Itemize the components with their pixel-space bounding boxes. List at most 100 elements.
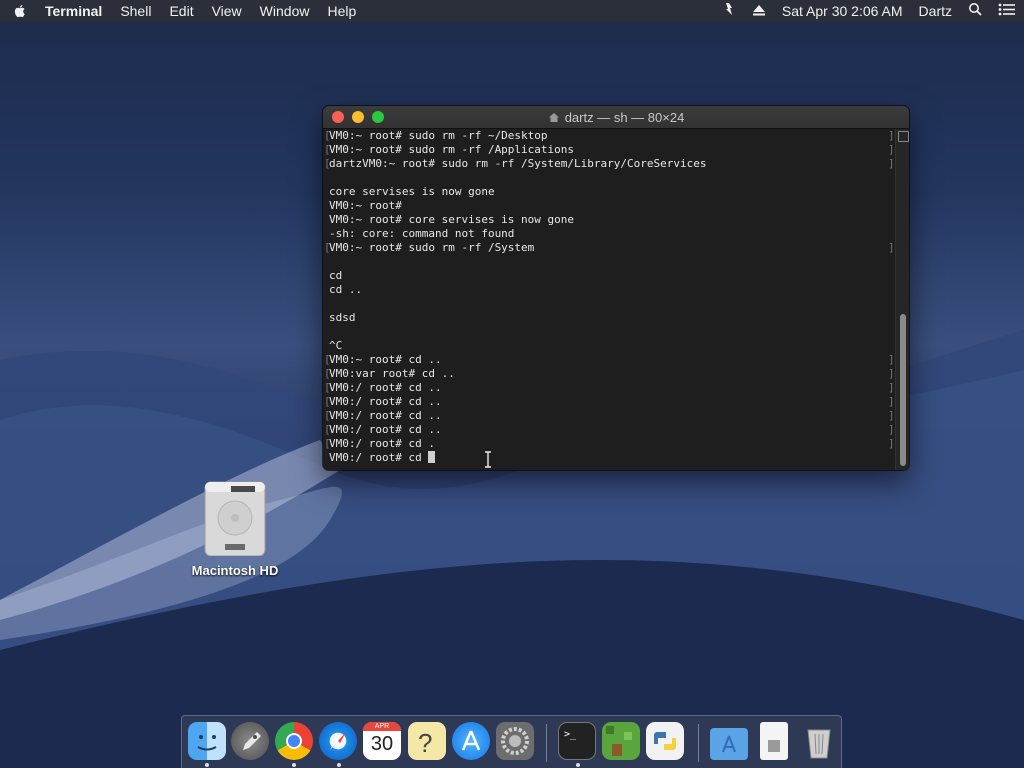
terminal-prompt-line[interactable]: VM0:/ root# cd: [323, 451, 895, 465]
calendar-day: 30: [370, 733, 394, 755]
scrollbar[interactable]: [895, 129, 909, 470]
launchpad-icon[interactable]: [231, 722, 269, 760]
calendar-month: APR: [363, 722, 401, 731]
terminal-line: [] VM0:/ root# cd ..: [323, 395, 895, 409]
menu-terminal[interactable]: Terminal: [36, 0, 111, 22]
terminal-running-indicator: [576, 763, 580, 767]
chrome-running-indicator: [292, 763, 296, 767]
terminal-line: cd: [323, 269, 895, 283]
minimize-button[interactable]: [352, 111, 364, 123]
terminal-line: cd ..: [323, 283, 895, 297]
terminal-line-text: VM0:~ root# sudo rm -rf /Applications: [329, 143, 575, 156]
eject-icon[interactable]: [744, 0, 774, 22]
menu-bar: Terminal Shell Edit View Window Help Sat…: [0, 0, 1024, 22]
spotlight-search-icon[interactable]: [960, 0, 990, 22]
minecraft-icon[interactable]: [602, 722, 640, 760]
terminal-line: [] VM0:~ root# sudo rm -rf /Applications: [323, 143, 895, 157]
line-mark-right: ]: [888, 423, 895, 436]
terminal-line-text: cd: [329, 269, 343, 282]
menu-user[interactable]: Dartz: [911, 0, 960, 22]
terminal-line-text: core servises is now gone: [329, 185, 495, 198]
terminal-line-text: dartzVM0:~ root# sudo rm -rf /System/Lib…: [329, 157, 707, 170]
line-mark-right: ]: [888, 437, 895, 450]
line-mark-left: [: [324, 409, 331, 422]
apple-menu-icon[interactable]: [12, 3, 28, 19]
terminal-line: sdsd: [323, 311, 895, 325]
dock-separator: [546, 724, 547, 762]
terminal-line: VM0:~ root#: [323, 199, 895, 213]
line-mark-right: ]: [888, 367, 895, 380]
text-cursor: [428, 451, 436, 463]
notification-center-icon[interactable]: [990, 0, 1024, 22]
dock: APR 30 ? >_: [181, 715, 842, 768]
window-title-group: dartz — sh — 80×24: [548, 109, 685, 125]
line-mark-left: [: [324, 367, 331, 380]
line-mark-right: ]: [888, 129, 895, 142]
terminal-line-text: VM0:/ root# cd ..: [329, 381, 442, 394]
trash-icon[interactable]: [800, 722, 838, 760]
menu-view[interactable]: View: [203, 0, 251, 22]
terminal-line-text: cd ..: [329, 283, 363, 296]
svg-text:?: ?: [418, 728, 432, 758]
document-icon[interactable]: [760, 722, 788, 760]
app-store-icon[interactable]: [452, 722, 490, 760]
line-mark-right: ]: [888, 143, 895, 156]
terminal-line-text: VM0:/ root# cd .: [329, 437, 435, 450]
system-preferences-icon[interactable]: [496, 722, 534, 760]
line-mark-right: ]: [888, 381, 895, 394]
terminal-window[interactable]: dartz — sh — 80×24 [] VM0:~ root# sudo rm…: [323, 106, 909, 470]
applications-folder-icon[interactable]: [710, 728, 748, 760]
menu-shell[interactable]: Shell: [111, 0, 160, 22]
python-launcher-icon[interactable]: [646, 722, 684, 760]
close-button[interactable]: [332, 111, 344, 123]
finder-icon[interactable]: [188, 722, 226, 760]
line-mark-left: [: [324, 353, 331, 366]
menu-help[interactable]: Help: [318, 0, 365, 22]
terminal-line-text: -sh: core: command not found: [329, 227, 515, 240]
menu-clock[interactable]: Sat Apr 30 2:06 AM: [774, 0, 911, 22]
line-mark-right: ]: [888, 157, 895, 170]
safari-icon[interactable]: [319, 722, 357, 760]
terminal-line: [] VM0:~ root# sudo rm -rf ~/Desktop: [323, 129, 895, 143]
terminal-icon[interactable]: >_: [558, 722, 596, 760]
safari-running-indicator: [337, 763, 341, 767]
dock-separator-2: [698, 724, 699, 762]
terminal-output[interactable]: [] VM0:~ root# sudo rm -rf ~/Desktop[] VM0…: [323, 129, 895, 470]
terminal-line-text: VM0:~ root# sudo rm -rf ~/Desktop: [329, 129, 548, 142]
terminal-line-text: ^C: [329, 339, 343, 352]
hard-drive-icon: [204, 481, 266, 557]
terminal-line-text: VM0:~ root# cd ..: [329, 353, 442, 366]
line-mark-left: [: [324, 241, 331, 254]
macintosh-hd-label: Macintosh HD: [191, 563, 279, 578]
window-titlebar[interactable]: dartz — sh — 80×24: [323, 106, 909, 129]
scrollbar-thumb[interactable]: [900, 314, 906, 466]
line-mark-right: ]: [888, 241, 895, 254]
macintosh-hd-icon[interactable]: Macintosh HD: [190, 478, 280, 578]
terminal-line-text: VM0:~ root# core servises is now gone: [329, 213, 575, 226]
menu-window[interactable]: Window: [251, 0, 319, 22]
line-mark-left: [: [324, 423, 331, 436]
line-mark-left: [: [324, 437, 331, 450]
terminal-line-text: VM0:var root# cd ..: [329, 367, 455, 380]
svg-text:>_: >_: [564, 729, 577, 740]
line-mark-left: [: [324, 381, 331, 394]
ibeam-cursor-icon: [485, 451, 491, 468]
terminal-line: core servises is now gone: [323, 185, 895, 199]
terminal-line: [] VM0:/ root# cd ..: [323, 381, 895, 395]
terminal-line-text: VM0:/ root# cd ..: [329, 395, 442, 408]
window-title: dartz — sh — 80×24: [564, 109, 685, 125]
status-app-icon[interactable]: [714, 0, 744, 22]
zoom-button[interactable]: [372, 111, 384, 123]
scroll-button[interactable]: [898, 131, 909, 142]
line-mark-left: [: [324, 143, 331, 156]
line-mark-right: ]: [888, 409, 895, 422]
notes-icon[interactable]: ?: [408, 722, 446, 760]
terminal-line-text: sdsd: [329, 311, 356, 324]
terminal-line: [] dartzVM0:~ root# sudo rm -rf /System/L…: [323, 157, 895, 171]
terminal-line: ^C: [323, 339, 895, 353]
chrome-icon[interactable]: [275, 722, 313, 760]
terminal-line-text: VM0:/ root# cd ..: [329, 409, 442, 422]
menu-edit[interactable]: Edit: [160, 0, 202, 22]
calendar-icon[interactable]: APR 30: [363, 722, 401, 760]
